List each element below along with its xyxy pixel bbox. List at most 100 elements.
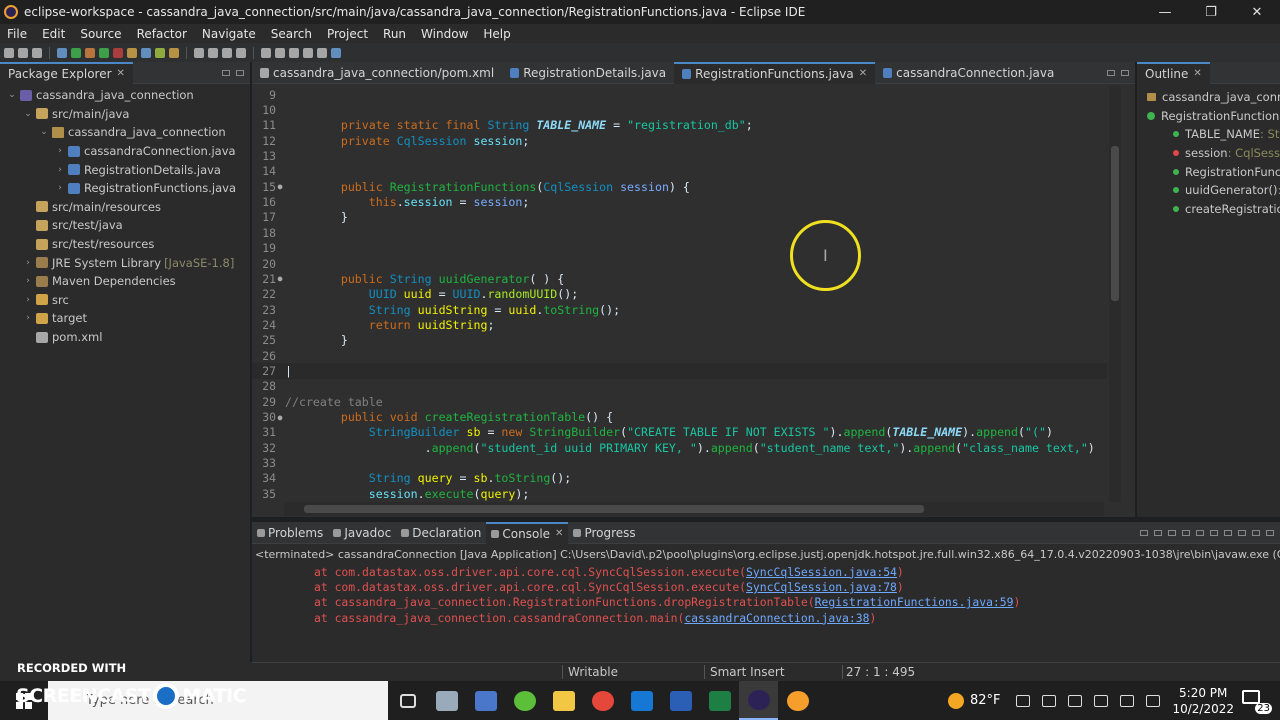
outline-item[interactable]: TABLE_NAME : St bbox=[1137, 125, 1280, 144]
console-toolbar-icon[interactable] bbox=[1210, 529, 1218, 536]
code-line[interactable]: 23 String uuidString = uuid.toString(); bbox=[252, 302, 1107, 317]
console-toolbar-icon[interactable] bbox=[1196, 529, 1204, 536]
toolbar-button-icon[interactable] bbox=[169, 47, 179, 58]
tree-item[interactable]: › JRE System Library [JavaSE-1.8] bbox=[0, 253, 250, 272]
menu-help[interactable]: Help bbox=[476, 27, 518, 41]
twisty-icon[interactable]: › bbox=[54, 165, 66, 175]
console-toolbar-icon[interactable] bbox=[1182, 529, 1190, 536]
code-line[interactable]: 27 | bbox=[252, 363, 1107, 379]
code-line[interactable]: 30 ● public void createRegistrationTable(… bbox=[252, 409, 1107, 424]
toolbar-button-icon[interactable] bbox=[113, 47, 123, 58]
outline-item[interactable]: cassandra_java_conn bbox=[1137, 88, 1280, 107]
twisty-icon[interactable]: › bbox=[22, 276, 34, 286]
console-toolbar-icon[interactable] bbox=[1140, 529, 1148, 536]
volume-icon[interactable] bbox=[1146, 694, 1161, 707]
toolbar-button-icon[interactable] bbox=[303, 47, 313, 58]
code-line[interactable]: 10 bbox=[252, 102, 1107, 117]
chevron-up-icon[interactable] bbox=[1016, 694, 1031, 707]
code-line[interactable]: 22 UUID uuid = UUID.randomUUID(); bbox=[252, 287, 1107, 302]
task-view-button[interactable] bbox=[388, 681, 427, 720]
tree-item[interactable]: pom.xml bbox=[0, 328, 250, 347]
network-icon[interactable] bbox=[1042, 694, 1057, 707]
outline-item[interactable]: RegistrationFunction bbox=[1137, 107, 1280, 126]
toolbar-button-icon[interactable] bbox=[99, 47, 109, 58]
toolbar-button-icon[interactable] bbox=[331, 47, 341, 58]
code-area[interactable]: 9 10 11 private static final String TABLE_… bbox=[252, 86, 1107, 502]
toolbar-button-icon[interactable] bbox=[261, 47, 271, 58]
stack-trace-link[interactable]: SyncCqlSession.java:54 bbox=[746, 565, 897, 579]
code-line[interactable]: 19 bbox=[252, 241, 1107, 256]
editor-horizontal-scrollbar[interactable] bbox=[284, 502, 1104, 516]
toolbar-button-icon[interactable] bbox=[127, 47, 137, 58]
outlook-button[interactable] bbox=[622, 681, 661, 720]
notifications-button[interactable]: 23 bbox=[1242, 689, 1272, 714]
tree-item[interactable]: › RegistrationFunctions.java bbox=[0, 179, 250, 198]
toolbar-button-icon[interactable] bbox=[32, 47, 42, 58]
chrome-button[interactable] bbox=[583, 681, 622, 720]
code-line[interactable]: 13 bbox=[252, 148, 1107, 163]
battery-icon[interactable] bbox=[1094, 694, 1109, 707]
close-icon[interactable]: ✕ bbox=[859, 68, 867, 79]
code-line[interactable]: 35 session.execute(query); bbox=[252, 486, 1107, 501]
editor-tab[interactable]: RegistrationFunctions.java ✕ bbox=[674, 61, 876, 84]
collapse-all-icon[interactable] bbox=[222, 69, 230, 76]
cloud-icon[interactable] bbox=[1068, 694, 1083, 707]
menu-edit[interactable]: Edit bbox=[35, 27, 73, 41]
tab-javadoc[interactable]: Javadoc bbox=[328, 522, 396, 544]
twisty-icon[interactable]: ⌄ bbox=[38, 127, 50, 137]
code-line[interactable]: 24 return uuidString; bbox=[252, 317, 1107, 332]
tree-item[interactable]: › RegistrationDetails.java bbox=[0, 160, 250, 179]
clock[interactable]: 5:20 PM 10/2/2022 bbox=[1172, 685, 1234, 717]
tab-declaration[interactable]: Declaration bbox=[396, 522, 486, 544]
weather-temp[interactable]: 82°F bbox=[970, 693, 1001, 708]
toolbar-button-icon[interactable] bbox=[317, 47, 327, 58]
minimize-view-icon[interactable] bbox=[236, 69, 244, 76]
close-icon[interactable]: ✕ bbox=[117, 68, 125, 79]
code-line[interactable]: 16 this.session = session; bbox=[252, 194, 1107, 209]
twisty-icon[interactable]: › bbox=[22, 295, 34, 305]
tab-outline[interactable]: Outline ✕ bbox=[1137, 61, 1210, 84]
menu-project[interactable]: Project bbox=[320, 27, 376, 41]
weather-sun-icon[interactable] bbox=[947, 692, 964, 709]
code-line[interactable]: 9 bbox=[252, 87, 1107, 102]
maximize-view-icon[interactable] bbox=[1121, 69, 1129, 76]
twisty-icon[interactable]: › bbox=[54, 183, 66, 193]
editor-vertical-scrollbar[interactable] bbox=[1109, 86, 1121, 502]
close-icon[interactable]: ✕ bbox=[1193, 68, 1201, 79]
word-button[interactable] bbox=[661, 681, 700, 720]
tree-item[interactable]: src/test/resources bbox=[0, 235, 250, 254]
stack-trace-link[interactable]: RegistrationFunctions.java:59 bbox=[815, 595, 1014, 609]
console-toolbar-icon[interactable] bbox=[1154, 529, 1162, 536]
tree-item[interactable]: src/test/java bbox=[0, 216, 250, 235]
code-line[interactable]: 33 bbox=[252, 455, 1107, 470]
code-line[interactable]: 28 bbox=[252, 379, 1107, 394]
loading-button[interactable] bbox=[505, 681, 544, 720]
tree-item[interactable]: › target bbox=[0, 309, 250, 328]
code-line[interactable]: 15 ● public RegistrationFunctions(CqlSess… bbox=[252, 179, 1107, 194]
menu-run[interactable]: Run bbox=[376, 27, 414, 41]
stack-trace-link[interactable]: SyncCqlSession.java:78 bbox=[746, 580, 897, 594]
outline-item[interactable]: uuidGenerator() : S bbox=[1137, 181, 1280, 200]
toolbar-button-icon[interactable] bbox=[85, 47, 95, 58]
wifi-icon[interactable] bbox=[1120, 694, 1135, 707]
tab-problems[interactable]: Problems bbox=[252, 522, 328, 544]
close-button[interactable]: ✕ bbox=[1234, 0, 1280, 24]
menu-refactor[interactable]: Refactor bbox=[130, 27, 195, 41]
toolbar-button-icon[interactable] bbox=[141, 47, 151, 58]
toolbar-button-icon[interactable] bbox=[155, 47, 165, 58]
menu-search[interactable]: Search bbox=[264, 27, 320, 41]
close-icon[interactable]: ✕ bbox=[555, 528, 563, 539]
toolbar-button-icon[interactable] bbox=[236, 47, 246, 58]
code-line[interactable]: 11 private static final String TABLE_NAM… bbox=[252, 118, 1107, 133]
twisty-icon[interactable]: ⌄ bbox=[22, 109, 34, 119]
stack-trace-link[interactable]: cassandraConnection.java:38 bbox=[684, 611, 869, 625]
tab-package-explorer[interactable]: Package Explorer ✕ bbox=[0, 61, 133, 84]
editor-tab[interactable]: RegistrationDetails.java bbox=[502, 62, 674, 84]
tree-item[interactable]: › cassandraConnection.java bbox=[0, 142, 250, 161]
outline-item[interactable]: createRegistration bbox=[1137, 200, 1280, 219]
console-toolbar-icon[interactable] bbox=[1168, 529, 1176, 536]
toolbar-button-icon[interactable] bbox=[222, 47, 232, 58]
code-line[interactable]: 34 String query = sb.toString(); bbox=[252, 471, 1107, 486]
code-line[interactable]: 32 .append("student_id uuid PRIMARY KEY,… bbox=[252, 440, 1107, 455]
tree-item[interactable]: src/main/resources bbox=[0, 198, 250, 217]
